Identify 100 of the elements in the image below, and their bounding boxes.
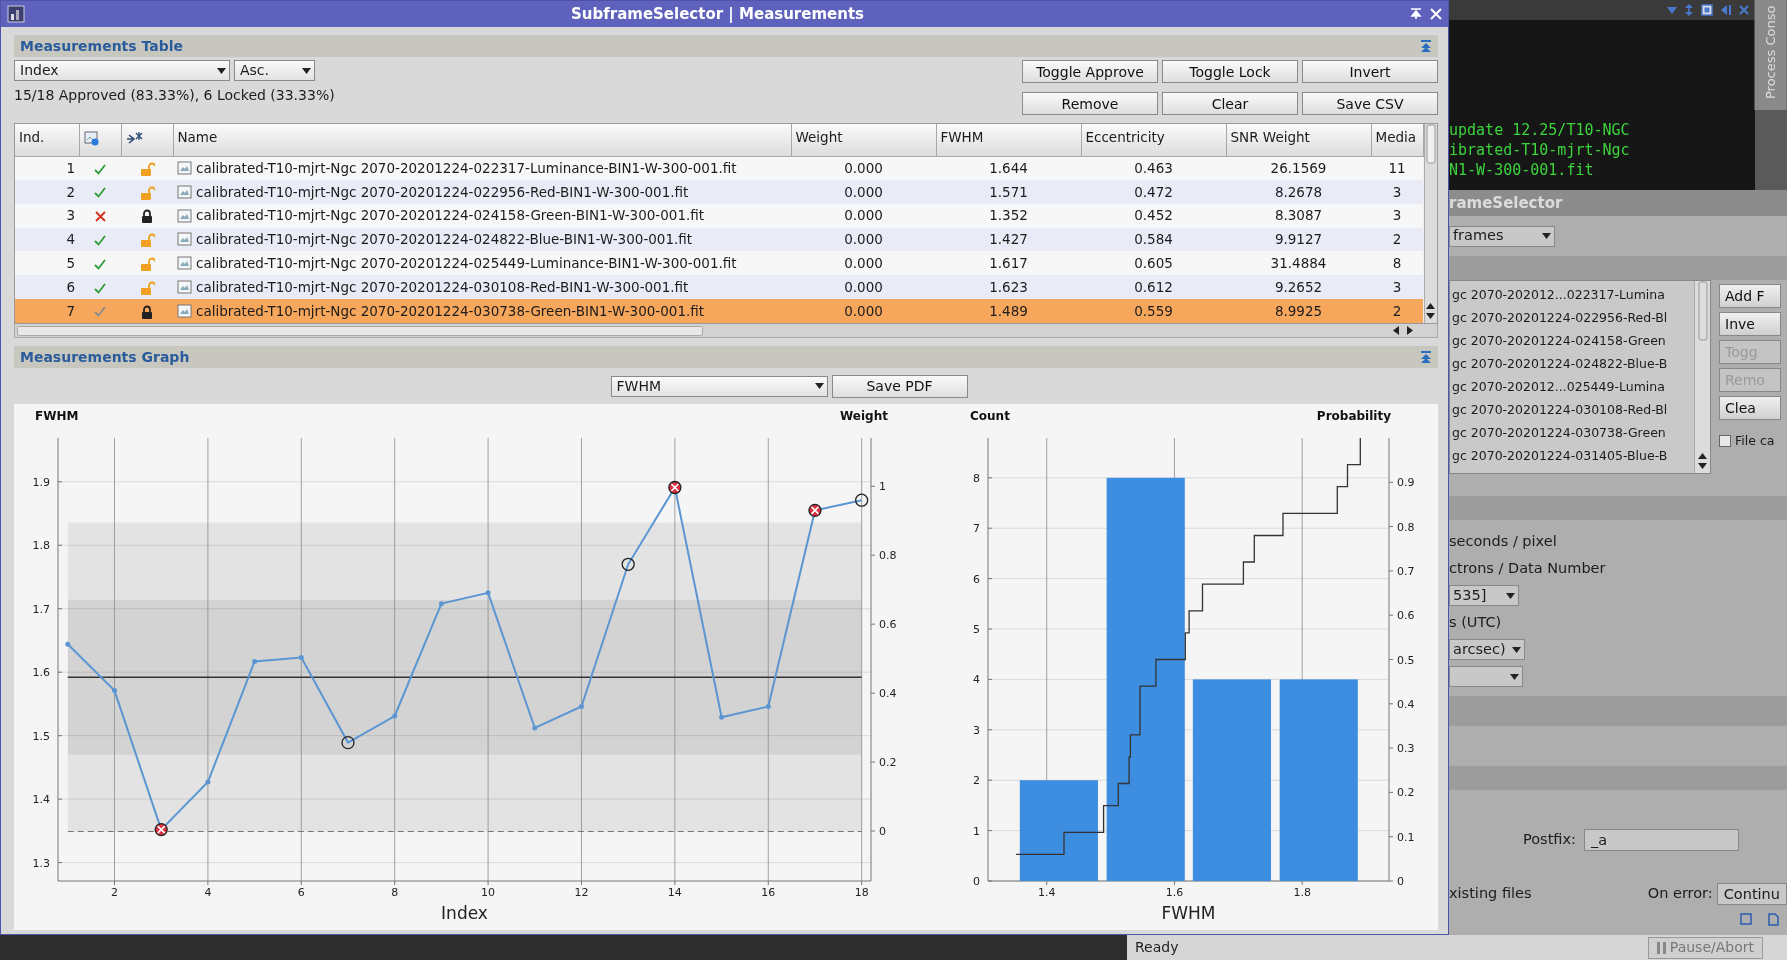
sort-field-dropdown[interactable]: Index: [14, 60, 230, 81]
list-item[interactable]: gc 2070-20201224-031405-Blue-B: [1450, 444, 1694, 467]
scroll-left-icon[interactable]: [1393, 326, 1399, 335]
axis-title: Probability: [1316, 409, 1391, 423]
resize-icon[interactable]: [1685, 4, 1693, 16]
unlocked-lock-icon[interactable]: [139, 281, 155, 295]
list-item[interactable]: gc 2070-202012...025449-Lumina: [1450, 375, 1694, 398]
column-header[interactable]: FWHM: [936, 124, 1081, 156]
unlocked-lock-icon[interactable]: [139, 257, 155, 272]
column-header[interactable]: Eccentricity: [1081, 124, 1226, 156]
check-icon[interactable]: [94, 258, 106, 270]
tick-label: 1: [973, 824, 980, 838]
scrollbar[interactable]: [1423, 124, 1437, 323]
mode-dropdown[interactable]: frames: [1449, 225, 1555, 247]
unlocked-lock-icon[interactable]: [139, 162, 155, 177]
scroll-up-icon[interactable]: [1426, 303, 1436, 309]
check-icon[interactable]: [94, 282, 106, 294]
toolbar-button[interactable]: Invert: [1302, 60, 1438, 83]
lock-icon[interactable]: [141, 304, 153, 319]
tick-label: 6: [973, 572, 980, 586]
scroll-down-icon[interactable]: [1698, 463, 1707, 469]
scroll-down-icon[interactable]: [1426, 313, 1436, 319]
column-header[interactable]: SNR Weight: [1226, 124, 1371, 156]
setting-dropdown[interactable]: [1449, 666, 1523, 687]
tick-label: 3: [973, 723, 980, 737]
on-error-dropdown[interactable]: Continu: [1716, 883, 1787, 905]
column-header[interactable]: Name: [173, 124, 791, 156]
setting-dropdown[interactable]: arcsec): [1449, 639, 1525, 660]
lock-icon[interactable]: [141, 209, 153, 224]
unlocked-lock-icon[interactable]: [139, 185, 155, 200]
setting-label: s (UTC): [1449, 612, 1502, 632]
caret-icon: [217, 67, 226, 74]
side-button[interactable]: Add F: [1719, 284, 1781, 308]
scroll-thumb-icon[interactable]: [1425, 124, 1436, 164]
side-button[interactable]: Inve: [1719, 312, 1781, 336]
list-item[interactable]: gc 2070-20201224-024158-Green: [1450, 329, 1694, 352]
pin-icon[interactable]: [125, 131, 143, 145]
property-dropdown[interactable]: FWHM: [610, 375, 828, 397]
scrollbar[interactable]: [1694, 281, 1710, 473]
table-cell: 0.000: [791, 299, 936, 323]
list-item[interactable]: gc 2070-20201224-022956-Red-Bl: [1450, 306, 1694, 329]
scroll-thumb-icon[interactable]: [1697, 281, 1708, 341]
caret-icon: [1511, 646, 1521, 653]
close-icon[interactable]: [1739, 5, 1749, 15]
window-icon[interactable]: [1740, 913, 1752, 925]
table-cell: 31.4884: [1226, 251, 1371, 276]
list-item[interactable]: gc 2070-20201224-024822-Blue-B: [1450, 352, 1694, 375]
collapse-icon[interactable]: [1420, 351, 1432, 363]
table-cell: 1.427: [936, 227, 1081, 252]
toolbar-button[interactable]: Clear: [1162, 92, 1298, 115]
tick-label: 1.8: [1293, 886, 1311, 899]
toolbar-button[interactable]: Remove: [1022, 92, 1158, 115]
file-name: calibrated-T10-mjrt-Ngc 2070-20201224-025449-Luminance-BIN1-W-300-001.fit: [196, 254, 737, 274]
caret-down-icon[interactable]: [1667, 6, 1677, 14]
list-item[interactable]: gc 2070-202012...022317-Lumina: [1450, 283, 1694, 306]
collapse-icon[interactable]: [1420, 40, 1432, 52]
shade-icon[interactable]: [1410, 8, 1422, 20]
window-title: SubframeSelector | Measurements: [570, 3, 865, 25]
table-cell: 26.1569: [1226, 156, 1371, 180]
tick-label: 1.5: [32, 729, 50, 743]
collapse-left-icon[interactable]: [1721, 5, 1731, 15]
tick-label: 0: [879, 825, 886, 838]
tick-label: 16: [761, 886, 776, 899]
column-header[interactable]: Media: [1371, 124, 1423, 156]
section-title: Measurements Graph: [20, 347, 190, 367]
list-item[interactable]: gc 2070-20201224-030738-Green: [1450, 421, 1694, 444]
toolbar-button[interactable]: Toggle Approve: [1022, 60, 1158, 83]
scroll-right-icon[interactable]: [1407, 326, 1413, 335]
postfix-field[interactable]: _a: [1583, 829, 1739, 851]
check-icon[interactable]: [94, 234, 106, 246]
tick-label: 0.9: [1397, 476, 1415, 490]
table-cell: 1.644: [936, 156, 1081, 180]
tick-label: 0.4: [1397, 697, 1415, 711]
check-icon[interactable]: [94, 163, 106, 175]
scroll-up-icon[interactable]: [1698, 453, 1707, 459]
side-button[interactable]: Clea: [1719, 396, 1781, 420]
checkbox[interactable]: [1719, 435, 1731, 448]
caret-icon: [814, 383, 824, 389]
check-icon[interactable]: [94, 187, 106, 199]
table-cell: 0.000: [791, 203, 936, 228]
column-header[interactable]: Weight: [791, 124, 936, 156]
tick-label: 0.8: [879, 549, 897, 563]
check-icon[interactable]: [94, 306, 106, 318]
table-cell: 3: [1371, 179, 1423, 204]
column-header[interactable]: Ind.: [15, 124, 79, 156]
sort-order-dropdown[interactable]: Asc.: [234, 60, 315, 81]
table-cell: 0.000: [791, 227, 936, 252]
document-icon[interactable]: [1768, 912, 1779, 926]
toolbar-button[interactable]: Save CSV: [1302, 92, 1438, 115]
list-item[interactable]: gc 2070-20201224-030108-Red-Bl: [1450, 398, 1694, 421]
toolbar-button[interactable]: Toggle Lock: [1162, 60, 1298, 83]
table-cell: 6: [15, 275, 79, 300]
unlocked-lock-icon[interactable]: [139, 233, 155, 248]
save-pdf-button[interactable]: Save PDF: [831, 374, 968, 398]
approved-image-icon[interactable]: [83, 130, 99, 146]
setting-dropdown[interactable]: 535]: [1449, 585, 1519, 606]
maximize-icon[interactable]: [1701, 4, 1713, 16]
scrollbar[interactable]: [14, 324, 1438, 338]
cross-icon[interactable]: [94, 211, 106, 222]
table-cell: 5: [15, 251, 79, 276]
